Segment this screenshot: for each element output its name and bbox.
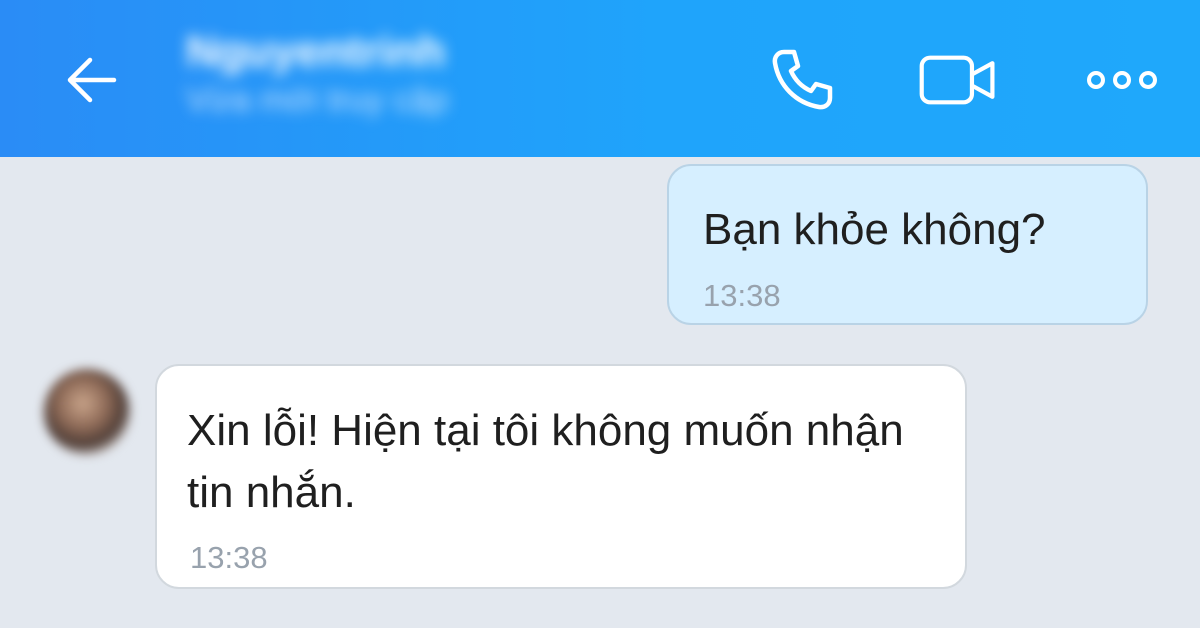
- more-options-button[interactable]: [1082, 40, 1162, 120]
- chat-screen: Nguyentrinh Vừa mới truy cập Bạn khỏe kh…: [0, 0, 1200, 628]
- contact-info[interactable]: Nguyentrinh Vừa mới truy cập: [186, 26, 546, 122]
- phone-icon: [772, 49, 833, 110]
- back-button[interactable]: [56, 44, 128, 116]
- arrow-left-icon: [67, 57, 117, 103]
- message-text: Xin lỗi! Hiện tại tôi không muốn nhận ti…: [187, 406, 904, 517]
- avatar[interactable]: [44, 369, 130, 455]
- chat-header: Nguyentrinh Vừa mới truy cập: [0, 0, 1200, 157]
- message-time: 13:38: [703, 278, 781, 313]
- message-text: Bạn khỏe không?: [703, 205, 1046, 254]
- message-time: 13:38: [190, 540, 268, 575]
- contact-status: Vừa mới truy cập: [186, 81, 449, 119]
- incoming-message-bubble[interactable]: Xin lỗi! Hiện tại tôi không muốn nhận ti…: [155, 364, 967, 589]
- video-camera-icon: [919, 55, 995, 105]
- outgoing-message-bubble[interactable]: Bạn khỏe không? 13:38: [667, 164, 1148, 325]
- more-dots-icon: [1087, 71, 1157, 89]
- call-button[interactable]: [762, 40, 842, 120]
- contact-name: Nguyentrinh: [186, 27, 446, 76]
- video-call-button[interactable]: [918, 40, 998, 120]
